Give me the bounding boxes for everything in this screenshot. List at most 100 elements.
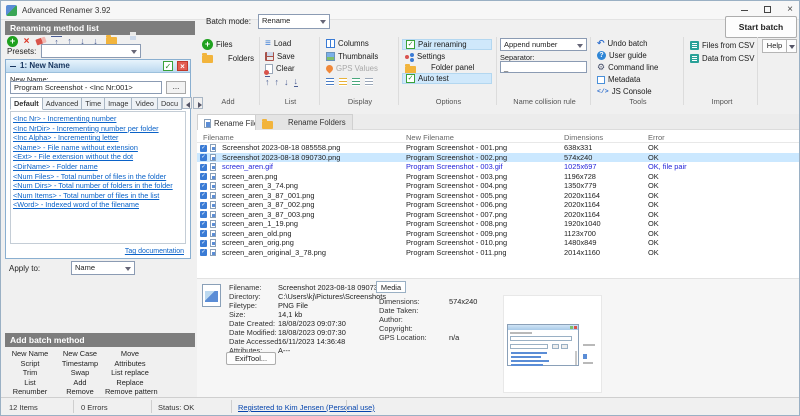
add-method-swap[interactable]: Swap [55, 368, 105, 378]
pair-renaming-toggle[interactable]: ✓Pair renaming [402, 39, 492, 50]
table-row[interactable]: ✓screen_aren_3_87_003.pngProgram Screens… [197, 210, 799, 220]
remove-method-icon[interactable]: × [21, 36, 32, 47]
method-tab-docu[interactable]: Docu [158, 97, 182, 110]
tag-link[interactable]: <DirName> - Folder name [13, 162, 183, 172]
more-button[interactable]: ... [166, 81, 186, 94]
tag-documentation-link[interactable]: Tag documentation [125, 248, 184, 255]
add-method-remove[interactable]: Remove [55, 387, 105, 397]
add-method-new-name[interactable]: New Name [5, 349, 55, 359]
tag-link[interactable]: <Inc Nr> - Incrementing number [13, 114, 183, 124]
view-medium-icon[interactable] [352, 78, 360, 86]
add-method-list-replace[interactable]: List replace [105, 368, 155, 378]
col-error[interactable]: Error [648, 133, 665, 142]
tag-link[interactable]: <Word> - Indexed word of the filename [13, 200, 183, 210]
add-method-replace[interactable]: Replace [105, 378, 155, 388]
thumbnails-button[interactable]: Thumbnails [326, 51, 378, 62]
save-list-button[interactable]: Save [265, 51, 295, 62]
undo-batch-button[interactable]: ↶Undo batch [597, 38, 647, 49]
table-row[interactable]: ✓screen_aren_3_87_001.pngProgram Screens… [197, 191, 799, 201]
batch-mode-select[interactable]: Rename [258, 14, 330, 29]
method-enabled-checkbox[interactable]: ✓ [163, 61, 173, 71]
add-method-new-case[interactable]: New Case [55, 349, 105, 359]
view-detail-icon[interactable] [326, 78, 334, 86]
add-method-attributes[interactable]: Attributes [105, 359, 155, 369]
table-row[interactable]: ✓screen_aren_orig.pngProgram Screenshot … [197, 238, 799, 248]
exiftool-button[interactable]: ExifTool... [226, 352, 276, 365]
tab-scroll-left-icon[interactable] [182, 97, 192, 109]
settings-button[interactable]: Settings [405, 51, 445, 62]
tag-link[interactable]: <Num Files> - Total number of files in t… [13, 172, 183, 182]
tab-media[interactable]: Media [376, 281, 406, 293]
add-method-renumber[interactable]: Renumber [5, 387, 55, 397]
row-checkbox[interactable]: ✓ [200, 230, 207, 237]
add-method-remove-pattern[interactable]: Remove pattern [105, 387, 155, 397]
method-tab-time[interactable]: Time [82, 97, 105, 110]
method-tab-video[interactable]: Video [132, 97, 158, 110]
metadata-button[interactable]: Metadata [597, 74, 641, 85]
load-list-button[interactable]: ≡Load [265, 38, 291, 49]
move-bottom-icon[interactable]: ↓ [294, 76, 299, 87]
move-down-icon[interactable]: ↓ [284, 77, 289, 87]
row-checkbox[interactable]: ✓ [200, 192, 207, 199]
tag-link[interactable]: <Name> - File name without extension [13, 143, 183, 153]
folder-panel-button[interactable]: Folder panel [405, 62, 474, 73]
method-tab-image[interactable]: Image [105, 97, 132, 110]
gps-values-button[interactable]: GPS Values [326, 63, 378, 74]
table-row[interactable]: ✓screen_aren_original_3_78.pngProgram Sc… [197, 248, 799, 258]
row-checkbox[interactable]: ✓ [200, 249, 207, 256]
tag-link[interactable]: <Ext> - File extension without the dot [13, 152, 183, 162]
method-tab-advanced[interactable]: Advanced [43, 97, 82, 110]
add-method-add[interactable]: Add [55, 378, 105, 388]
table-row[interactable]: ✓Screenshot 2023-08-18 085558.pngProgram… [197, 143, 799, 153]
columns-button[interactable]: Columns [326, 38, 369, 49]
tag-link[interactable]: <Num Items> - Total number of files in t… [13, 191, 183, 201]
registered-link[interactable]: Registered to Kim Jensen (Personal use) [238, 403, 375, 412]
col-new-filename[interactable]: New Filename [406, 133, 454, 142]
col-dimensions[interactable]: Dimensions [564, 133, 603, 142]
view-small-icon[interactable] [339, 78, 347, 86]
col-filename[interactable]: Filename [203, 133, 234, 142]
presets-select[interactable] [41, 44, 141, 58]
move-up-icon[interactable]: ↑ [275, 77, 280, 87]
view-large-icon[interactable] [365, 78, 373, 86]
add-folders-button[interactable]: Folders [202, 53, 254, 64]
row-checkbox[interactable]: ✓ [200, 240, 207, 247]
user-guide-button[interactable]: ?User guide [597, 50, 647, 61]
table-row[interactable]: ✓screen_aren_1_19.pngProgram Screenshot … [197, 219, 799, 229]
method-close-button[interactable]: × [177, 61, 188, 71]
table-row[interactable]: ✓Screenshot 2023-08-18 090730.pngProgram… [197, 153, 799, 163]
tag-link[interactable]: <Inc NrDir> - Incrementing number per fo… [13, 124, 183, 134]
row-checkbox[interactable]: ✓ [200, 145, 207, 152]
data-from-csv-button[interactable]: Data from CSV [690, 53, 754, 64]
new-name-input[interactable]: Program Screenshot - <Inc Nr:001> [10, 81, 162, 94]
table-row[interactable]: ✓screen_aren.gifProgram Screenshot - 003… [197, 162, 799, 172]
tag-link[interactable]: <Inc Alpha> - Incrementing letter [13, 133, 183, 143]
add-method-timestamp[interactable]: Timestamp [55, 359, 105, 369]
add-method-trim[interactable]: Trim [5, 368, 55, 378]
table-row[interactable]: ✓screen_aren_old.pngProgram Screenshot -… [197, 229, 799, 239]
add-files-button[interactable]: +Files [202, 39, 232, 50]
files-from-csv-button[interactable]: Files from CSV [690, 40, 754, 51]
method-box-header[interactable]: 1: New Name ✓ × [6, 60, 190, 73]
add-method-list[interactable]: List [5, 378, 55, 388]
row-checkbox[interactable]: ✓ [200, 173, 207, 180]
command-line-button[interactable]: ⚙Command line [597, 62, 658, 73]
table-row[interactable]: ✓screen_aren.pngProgram Screenshot - 003… [197, 172, 799, 182]
move-top-icon[interactable]: ↑ [265, 76, 270, 87]
method-tab-default[interactable]: Default [10, 97, 43, 110]
row-checkbox[interactable]: ✓ [200, 183, 207, 190]
tab-rename-folders[interactable]: Rename Folders [255, 114, 353, 130]
apply-to-select[interactable]: Name [71, 261, 135, 275]
add-method-move[interactable]: Move [105, 349, 155, 359]
js-console-button[interactable]: </>JS Console [597, 86, 652, 97]
auto-test-toggle[interactable]: ✓Auto test [402, 73, 492, 84]
help-dropdown-icon[interactable] [786, 39, 797, 53]
add-method-icon[interactable]: + [7, 36, 18, 47]
collision-rule-select[interactable]: Append number [500, 38, 587, 51]
row-checkbox[interactable]: ✓ [200, 211, 207, 218]
tag-link[interactable]: <Num Dirs> - Total number of folders in … [13, 181, 183, 191]
clear-list-button[interactable]: Clear [265, 63, 295, 74]
row-checkbox[interactable]: ✓ [200, 221, 207, 228]
add-method-script[interactable]: Script [5, 359, 55, 369]
row-checkbox[interactable]: ✓ [200, 154, 207, 161]
